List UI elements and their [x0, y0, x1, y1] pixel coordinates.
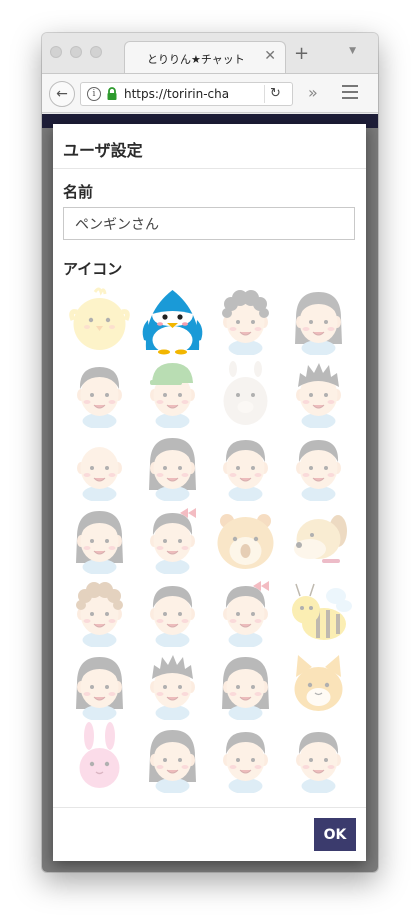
info-icon[interactable]: i	[87, 87, 101, 101]
minimize-window-icon[interactable]	[70, 46, 82, 58]
leaf-boy-icon[interactable]	[282, 720, 355, 793]
bob-girl-icon[interactable]	[63, 501, 136, 574]
back-button[interactable]: ←	[49, 81, 75, 107]
happy-boy-icon[interactable]	[282, 428, 355, 501]
dialog-title: ユーザ設定	[63, 141, 143, 160]
bee-icon[interactable]	[282, 574, 355, 647]
tab-list-chevron-icon[interactable]: ▼	[349, 46, 356, 56]
curly-girl-icon[interactable]	[63, 574, 136, 647]
grinning-boy-icon[interactable]	[136, 647, 209, 720]
user-settings-dialog: ユーザ設定 名前 アイコン	[53, 124, 366, 861]
name-input[interactable]	[63, 207, 355, 240]
ribbon-girl-icon[interactable]	[136, 501, 209, 574]
dog-icon[interactable]	[282, 501, 355, 574]
alpaca-icon[interactable]	[209, 355, 282, 428]
url-bar[interactable]: i https://toririn-cha ↻	[80, 82, 293, 106]
short-hair-girl-icon[interactable]	[136, 720, 209, 793]
maximize-window-icon[interactable]	[90, 46, 102, 58]
rabbit-icon[interactable]	[63, 720, 136, 793]
lock-icon	[107, 87, 117, 100]
smiling-girl-icon[interactable]	[209, 428, 282, 501]
glasses-girl-icon[interactable]	[136, 428, 209, 501]
tab-title: とりりん★チャット	[147, 53, 245, 66]
hamster-icon[interactable]	[209, 501, 282, 574]
calm-girl-icon[interactable]	[209, 720, 282, 793]
page-viewport: ユーザ設定 名前 アイコン	[42, 114, 378, 872]
penguin-icon[interactable]	[136, 282, 209, 355]
spiky-boy-icon[interactable]	[282, 355, 355, 428]
cap-boy-icon[interactable]	[136, 355, 209, 428]
close-window-icon[interactable]	[50, 46, 62, 58]
url-text: https://toririn-cha	[124, 87, 230, 101]
surprised-boy-icon[interactable]	[63, 355, 136, 428]
browser-window: とりりん★チャット ✕ + ▼ ← i https://toririn-cha …	[42, 33, 378, 872]
dialog-header: ユーザ設定	[53, 124, 366, 169]
tab-bar: とりりん★チャット ✕ + ▼	[42, 33, 378, 74]
dialog-footer: OK	[53, 807, 366, 861]
tab-close-icon[interactable]: ✕	[264, 48, 276, 64]
long-hair-girl-icon[interactable]	[282, 282, 355, 355]
ok-button[interactable]: OK	[314, 818, 356, 851]
reload-button[interactable]: ↻	[264, 85, 286, 103]
navigation-bar: ← i https://toririn-cha ↻ »	[42, 73, 378, 113]
hamburger-menu-icon[interactable]	[342, 85, 358, 103]
browser-tab[interactable]: とりりん★チャット ✕	[124, 41, 286, 74]
flower-girl-icon[interactable]	[209, 574, 282, 647]
cat-icon[interactable]	[282, 647, 355, 720]
bald-man-icon[interactable]	[63, 428, 136, 501]
boy-icon[interactable]	[136, 574, 209, 647]
headband-girl-icon[interactable]	[209, 647, 282, 720]
new-tab-button[interactable]: +	[294, 43, 309, 64]
name-label: 名前	[63, 183, 94, 201]
curly-boy-icon[interactable]	[209, 282, 282, 355]
overflow-menu-icon[interactable]: »	[308, 83, 318, 102]
pigtail-girl-icon[interactable]	[63, 647, 136, 720]
icon-grid	[63, 282, 355, 793]
chick-icon[interactable]	[63, 282, 136, 355]
icon-label: アイコン	[63, 260, 123, 278]
